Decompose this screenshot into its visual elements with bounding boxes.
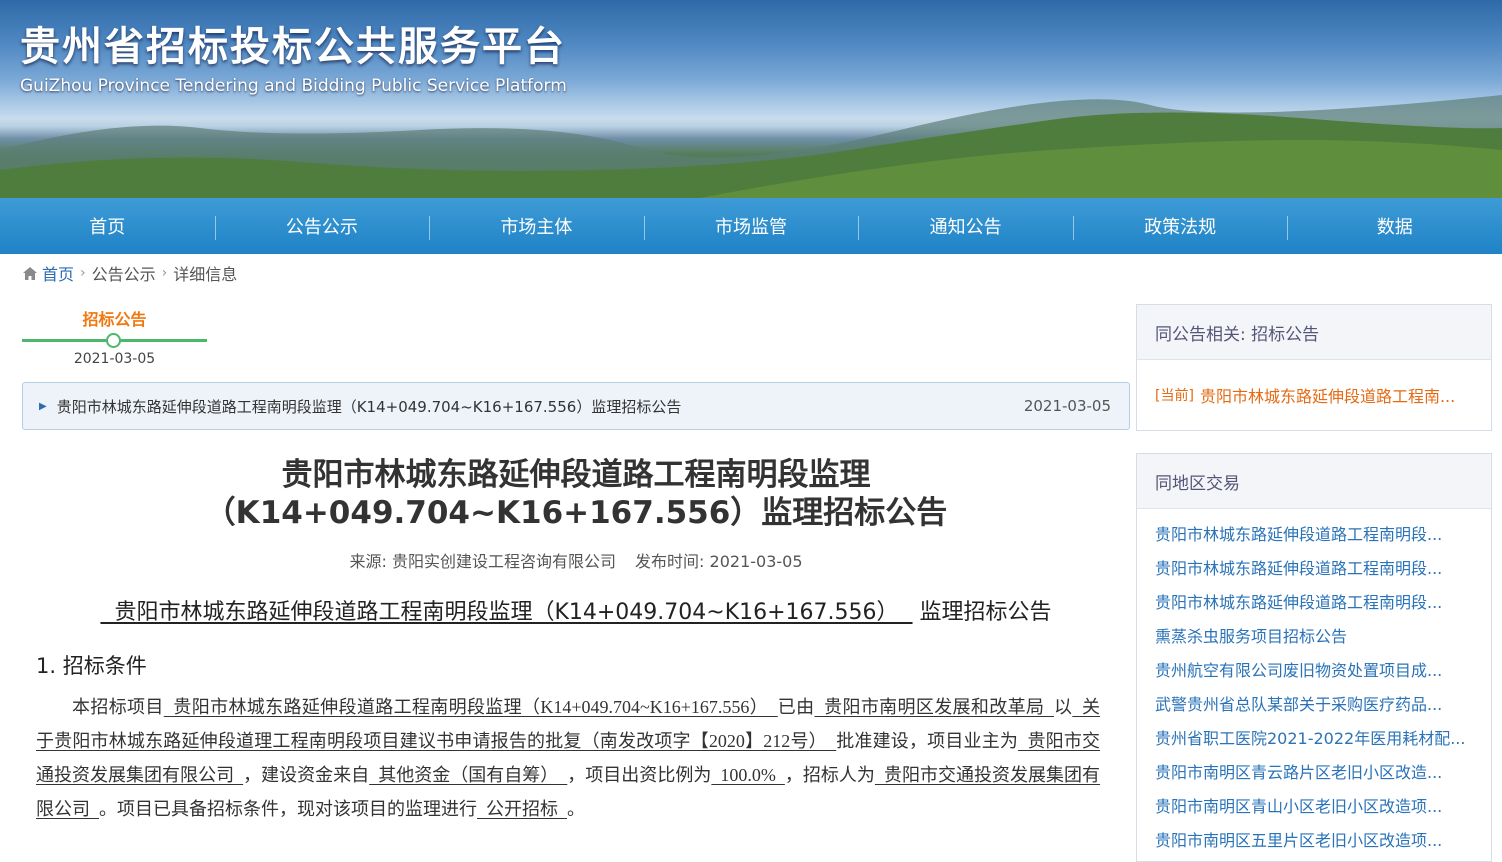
site-subtitle: GuiZhou Province Tendering and Bidding P… (20, 76, 567, 96)
nav-notices[interactable]: 通知公告 (858, 198, 1073, 254)
list-item[interactable]: 贵州航空有限公司废旧物资处置项目成... (1155, 657, 1473, 691)
funding-ratio: 100.0% (711, 765, 785, 785)
nav-home[interactable]: 首页 (0, 198, 215, 254)
subtitle-suffix: 监理招标公告 (919, 600, 1052, 625)
related-item[interactable]: [当前] 贵阳市林城东路延伸段道路工程南... (1137, 360, 1491, 430)
list-item[interactable]: 熏蒸杀虫服务项目招标公告 (1155, 623, 1473, 657)
triangle-right-icon: ▶ (39, 400, 47, 412)
approval-authority: 贵阳市南明区发展和改革局 (814, 697, 1054, 717)
timeline-date: 2021-03-05 (73, 351, 156, 367)
list-item[interactable]: 贵州省职工医院2021-2022年医用耗材配... (1155, 725, 1473, 759)
breadcrumb-current: 详细信息 (173, 265, 238, 284)
list-item[interactable]: 贵阳市林城东路延伸段道路工程南明段... (1155, 589, 1473, 623)
home-icon (23, 266, 37, 280)
region-list: 贵阳市林城东路延伸段道路工程南明段... 贵阳市林城东路延伸段道路工程南明段..… (1137, 509, 1491, 861)
text: ，招标人为 (784, 765, 875, 785)
breadcrumb: 首页 › 公告公示 › 详细信息 (0, 254, 1502, 292)
nav-announcements[interactable]: 公告公示 (214, 198, 430, 254)
section-heading: 1. 招标条件 (36, 654, 147, 678)
article-title-line1: 贵阳市林城东路延伸段道路工程南明段监理 (281, 457, 871, 493)
sidebar: 同公告相关: 招标公告 [当前] 贵阳市林城东路延伸段道路工程南... 同地区交… (1136, 304, 1492, 862)
timeline-dot-icon[interactable] (106, 333, 121, 348)
site-title: 贵州省招标投标公共服务平台 (20, 24, 566, 70)
text: 以 (1053, 697, 1073, 717)
nav-market-entities[interactable]: 市场主体 (429, 198, 644, 254)
subtitle-project-name: 贵阳市林城东路延伸段道路工程南明段监理（K14+049.704~K16+167.… (100, 600, 913, 625)
related-panel-heading: 同公告相关: 招标公告 (1137, 305, 1491, 360)
text: ，建设资金来自 (243, 765, 370, 785)
main-nav: 首页 公告公示 市场主体 市场监管 通知公告 政策法规 数据 (0, 198, 1502, 254)
list-item[interactable]: 贵阳市林城东路延伸段道路工程南明段... (1155, 521, 1473, 555)
breadcrumb-separator-icon: › (80, 265, 86, 281)
timeline-label[interactable]: 招标公告 (22, 306, 207, 330)
article-meta: 来源: 贵阳实创建设工程咨询有限公司 发布时间: 2021-03-05 (22, 548, 1130, 572)
list-item[interactable]: 贵阳市林城东路延伸段道路工程南明段... (1155, 555, 1473, 589)
list-item[interactable]: 贵阳市南明区五里片区老旧小区改造项... (1155, 827, 1473, 861)
notice-date: 2021-03-05 (1023, 397, 1111, 415)
list-item[interactable]: 贵阳市南明区青山小区老旧小区改造项... (1155, 793, 1473, 827)
main-content: 招标公告 2021-03-05 ▶ 贵阳市林城东路延伸段道路工程南明段监理（K1… (22, 292, 1130, 826)
region-panel-heading: 同地区交易 (1137, 454, 1491, 509)
nav-data[interactable]: 数据 (1287, 198, 1502, 254)
list-item[interactable]: 武警贵州省总队某部关于采购医疗药品... (1155, 691, 1473, 725)
notice-item[interactable]: ▶ 贵阳市林城东路延伸段道路工程南明段监理（K14+049.704~K16+16… (22, 382, 1130, 430)
status-timeline: 招标公告 2021-03-05 (22, 292, 207, 372)
nav-market-supervision[interactable]: 市场监管 (643, 198, 859, 254)
project-name: 贵阳市林城东路延伸段道路工程南明段监理（K14+049.704~K16+167.… (163, 697, 778, 717)
text: 本招标项目 (72, 697, 164, 717)
article-publish-time: 发布时间: 2021-03-05 (635, 552, 803, 571)
text: ，项目出资比例为 (567, 765, 712, 785)
related-announcements-panel: 同公告相关: 招标公告 [当前] 贵阳市林城东路延伸段道路工程南... (1136, 304, 1492, 431)
list-item[interactable]: 贵阳市南明区青云路片区老旧小区改造... (1155, 759, 1473, 793)
nav-policies[interactable]: 政策法规 (1072, 198, 1288, 254)
article-subtitle: 贵阳市林城东路延伸段道路工程南明段监理（K14+049.704~K16+167.… (22, 594, 1130, 626)
article-source: 来源: 贵阳实创建设工程咨询有限公司 (349, 552, 616, 571)
notice-title[interactable]: 贵阳市林城东路延伸段道路工程南明段监理（K14+049.704~K16+167.… (57, 396, 1024, 417)
text: 已由 (777, 697, 815, 717)
breadcrumb-home[interactable]: 首页 (42, 261, 74, 285)
article-title: 贵阳市林城东路延伸段道路工程南明段监理 （K14+049.704~K16+167… (22, 456, 1130, 532)
same-region-panel: 同地区交易 贵阳市林城东路延伸段道路工程南明段... 贵阳市林城东路延伸段道路工… (1136, 453, 1492, 862)
text: 。项目已具备招标条件，现对该项目的监理进行 (99, 799, 477, 819)
funding-source: 其他资金（国有自筹） (369, 765, 568, 785)
breadcrumb-separator-icon: › (161, 265, 168, 281)
header-banner: 贵州省招标投标公共服务平台 GuiZhou Province Tendering… (0, 0, 1502, 198)
text: 。 (567, 799, 585, 819)
tender-method: 公开招标 (477, 799, 567, 819)
breadcrumb-announcements[interactable]: 公告公示 (92, 261, 156, 285)
related-item-title[interactable]: 贵阳市林城东路延伸段道路工程南... (1200, 383, 1455, 407)
article-title-line2: （K14+049.704~K16+167.556）监理招标公告 (204, 495, 948, 531)
article-paragraph: 本招标项目 贵阳市林城东路延伸段道路工程南明段监理（K14+049.704~K1… (22, 690, 1100, 826)
text: 批准建设，项目业主为 (836, 731, 1019, 751)
current-tag: [当前] (1155, 388, 1194, 404)
